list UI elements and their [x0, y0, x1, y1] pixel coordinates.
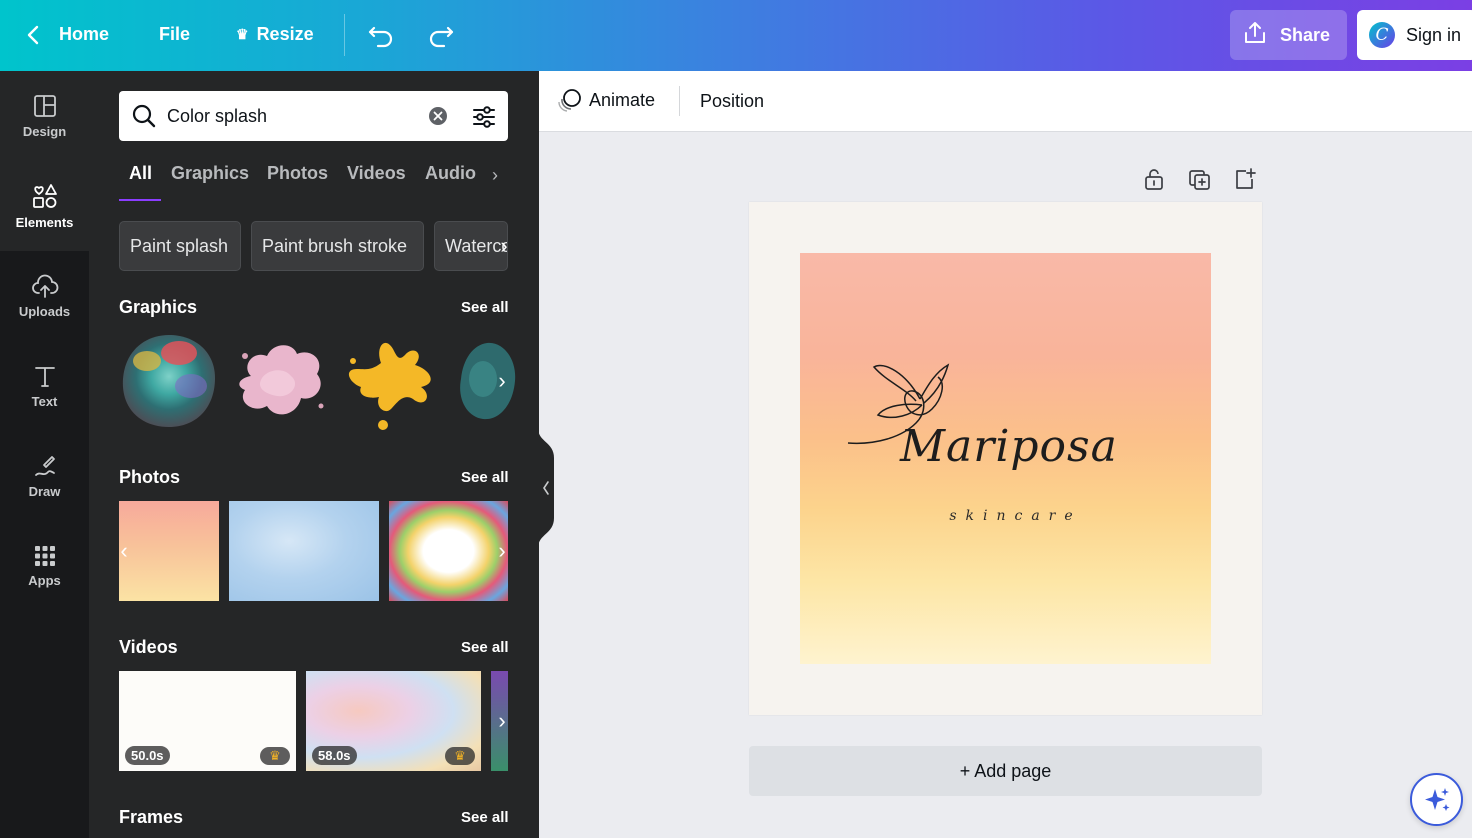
layout-icon	[33, 95, 56, 117]
category-tabs: All Graphics Photos Videos Audio ›	[119, 163, 508, 203]
rail-item-uploads[interactable]: Uploads	[0, 251, 89, 341]
sign-in-button[interactable]: C Sign in	[1357, 10, 1472, 60]
animate-circles-icon	[558, 89, 581, 112]
rail-label: Text	[31, 394, 58, 409]
video-item-ink-swirl[interactable]: 58.0s ♛	[306, 671, 481, 771]
text-icon	[34, 367, 55, 387]
share-button[interactable]: Share	[1230, 10, 1347, 60]
rail-label: Design	[22, 124, 67, 139]
search-input[interactable]	[167, 102, 417, 130]
topbar-divider	[344, 14, 345, 56]
position-button[interactable]: Position	[700, 91, 764, 112]
top-bar: Home File ♛ Resize Share C Sign in	[0, 0, 1472, 71]
video-duration-badge: 50.0s	[125, 746, 170, 765]
rail-item-elements[interactable]: Elements	[0, 161, 89, 251]
rail-label: Uploads	[18, 304, 71, 319]
resize-label: Resize	[256, 24, 314, 44]
tab-photos[interactable]: Photos	[267, 163, 328, 184]
rail-item-draw[interactable]: Draw	[0, 431, 89, 521]
tab-graphics[interactable]: Graphics	[171, 163, 249, 184]
graphics-scroll-right-icon[interactable]: ›	[491, 363, 513, 399]
tab-videos[interactable]: Videos	[347, 163, 406, 184]
sparkle-icon	[1424, 787, 1449, 811]
search-icon	[131, 103, 157, 134]
active-tab-indicator	[119, 199, 161, 201]
chips-scroll-right-icon[interactable]: ›	[493, 228, 515, 264]
chip-paint-brush-stroke[interactable]: Paint brush stroke	[251, 221, 424, 271]
graphic-item-pink-splash[interactable]	[231, 336, 329, 426]
filter-sliders-icon[interactable]	[471, 104, 497, 135]
resize-button[interactable]: ♛ Resize	[236, 24, 314, 45]
graphic-item-rainbow-blob[interactable]	[119, 331, 219, 431]
see-all-frames-link[interactable]: See all	[461, 809, 509, 826]
watercolor-background[interactable]: Mariposa skincare	[800, 253, 1211, 664]
rail-label: Elements	[15, 215, 74, 230]
animate-button[interactable]: Animate	[557, 87, 655, 113]
graphic-item-yellow-splat[interactable]	[341, 333, 437, 433]
shapes-icon	[32, 184, 57, 208]
rail-item-design[interactable]: Design	[0, 71, 89, 161]
rail-label: Draw	[28, 484, 61, 499]
search-box	[119, 91, 508, 141]
photos-scroll-right-icon[interactable]: ›	[491, 533, 513, 569]
section-title-videos: Videos	[119, 637, 178, 657]
undo-icon[interactable]	[366, 21, 396, 49]
clear-search-icon[interactable]	[428, 106, 448, 131]
tab-all[interactable]: All	[129, 163, 152, 184]
videos-scroll-right-icon[interactable]: ›	[491, 703, 513, 739]
sign-in-label: Sign in	[1406, 24, 1462, 45]
brand-name-text[interactable]: Mariposa	[900, 421, 1118, 472]
crown-icon: ♛	[236, 26, 249, 42]
back-chevron-icon[interactable]	[22, 22, 46, 48]
add-page-button[interactable]: + Add page	[749, 746, 1262, 796]
brand-subtitle-text[interactable]: skincare	[800, 508, 1211, 524]
grid-icon	[34, 546, 55, 566]
collapse-panel-handle[interactable]	[538, 428, 555, 548]
file-menu-button[interactable]: File	[159, 24, 190, 45]
chip-paint-splash[interactable]: Paint splash	[119, 221, 241, 271]
share-label: Share	[1280, 24, 1331, 45]
see-all-graphics-link[interactable]: See all	[461, 299, 509, 316]
video-item-white[interactable]: 50.0s ♛	[119, 671, 296, 771]
elements-panel: All Graphics Photos Videos Audio › Paint…	[89, 71, 539, 838]
animate-label: Animate	[589, 89, 656, 110]
video-duration-badge: 58.0s	[312, 746, 357, 765]
duplicate-page-icon[interactable]	[1188, 167, 1212, 196]
tabs-scroll-right-icon[interactable]: ›	[492, 165, 498, 186]
toolbar-divider	[679, 86, 680, 116]
left-nav-rail: Design Elements Uploads Text Draw Apps	[0, 71, 89, 838]
section-title-frames: Frames	[119, 807, 184, 827]
see-all-videos-link[interactable]: See all	[461, 639, 509, 656]
premium-crown-icon: ♛	[260, 747, 290, 765]
premium-crown-icon: ♛	[445, 747, 475, 765]
canva-logo-icon: C	[1369, 22, 1395, 48]
rail-item-text[interactable]: Text	[0, 341, 89, 431]
lock-icon[interactable]	[1143, 167, 1165, 196]
add-page-icon[interactable]	[1233, 167, 1257, 196]
rail-item-apps[interactable]: Apps	[0, 521, 89, 611]
pen-icon	[34, 456, 55, 476]
home-button[interactable]: Home	[59, 24, 109, 45]
photos-scroll-left-icon[interactable]: ‹	[113, 533, 135, 569]
redo-icon[interactable]	[426, 21, 456, 49]
section-title-photos: Photos	[119, 467, 180, 487]
rail-label: Apps	[28, 573, 61, 588]
photo-item-blue-watercolor[interactable]	[229, 501, 379, 601]
magic-sparkle-button[interactable]	[1410, 773, 1463, 826]
design-page[interactable]: Mariposa skincare	[749, 202, 1262, 715]
share-upload-icon	[1242, 20, 1268, 51]
see-all-photos-link[interactable]: See all	[461, 469, 509, 486]
context-toolbar: Animate Position	[539, 71, 1472, 132]
tab-audio[interactable]: Audio	[425, 163, 476, 184]
section-title-graphics: Graphics	[119, 297, 198, 317]
cloud-upload-icon	[31, 274, 58, 298]
